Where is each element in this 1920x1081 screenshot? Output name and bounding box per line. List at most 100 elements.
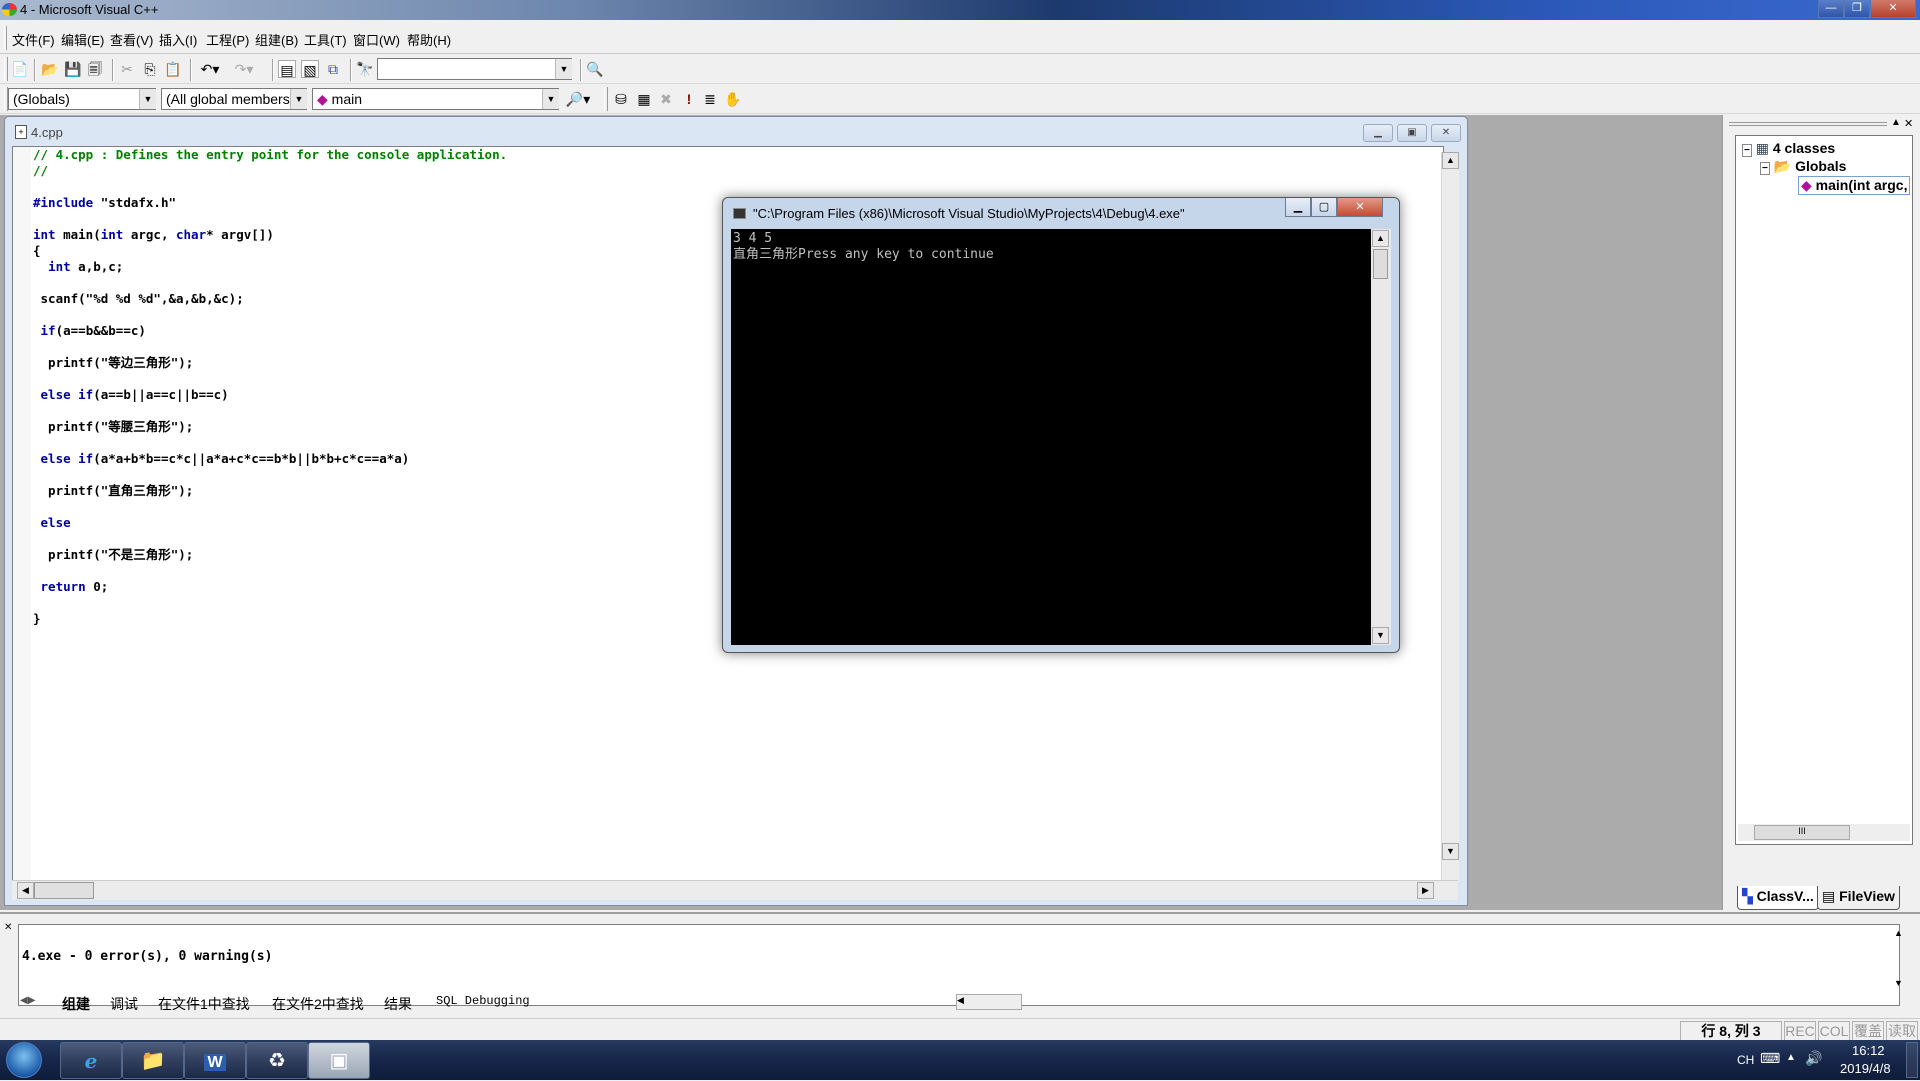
build-icon[interactable]: ▦ [635, 90, 653, 108]
find-icon[interactable]: 🔍 [586, 60, 604, 78]
code-line[interactable]: else if(a*a+b*b==c*c||a*a+c*c==b*b||b*b+… [33, 451, 507, 467]
tab-fileview[interactable]: ▤ FileView [1817, 886, 1900, 910]
clock-time[interactable]: 16:12 [1852, 1043, 1885, 1058]
open-folder-icon[interactable]: 📂 [41, 60, 59, 78]
execute-icon[interactable]: ! [680, 90, 698, 108]
code-line[interactable]: scanf("%d %d %d",&a,&b,&c); [33, 291, 507, 307]
member-combo[interactable]: ◆ main ▼ [312, 88, 559, 110]
editor-restore-button[interactable]: ▣ [1397, 124, 1427, 142]
copy-icon[interactable]: ⎘ [141, 60, 159, 78]
menu-project[interactable]: 工程(P) [206, 30, 249, 49]
editor-vertical-scrollbar[interactable]: ▲ ▼ [1441, 152, 1459, 882]
scroll-up-icon[interactable]: ▲ [1894, 928, 1903, 938]
code-line[interactable]: else [33, 515, 507, 531]
panel-grip[interactable] [1729, 122, 1887, 126]
code-line[interactable] [33, 467, 507, 483]
code-line[interactable] [33, 595, 507, 611]
scroll-thumb[interactable]: III [1754, 825, 1850, 840]
code-line[interactable]: { [33, 243, 507, 259]
output-horizontal-scrollbar[interactable]: ◀ [956, 994, 1022, 1010]
menu-tools[interactable]: 工具(T) [304, 30, 347, 49]
scroll-left-icon[interactable]: ◀ [17, 882, 34, 899]
new-text-file-icon[interactable]: 📄 [11, 60, 29, 78]
code-line[interactable] [33, 179, 507, 195]
console-minimize-button[interactable]: ▁ [1285, 198, 1311, 217]
scroll-down-icon[interactable]: ▼ [1372, 627, 1389, 644]
code-line[interactable]: printf("不是三角形"); [33, 547, 507, 563]
chevron-down-icon[interactable]: ▼ [290, 89, 307, 109]
scroll-down-icon[interactable]: ▼ [1442, 843, 1459, 860]
code-line[interactable]: int main(int argc, char* argv[]) [33, 227, 507, 243]
volume-icon[interactable]: 🔊 [1805, 1050, 1822, 1067]
code-line[interactable]: printf("等腰三角形"); [33, 419, 507, 435]
restore-button[interactable]: ❐ [1844, 0, 1870, 18]
code-line[interactable] [33, 275, 507, 291]
menu-build[interactable]: 组建(B) [255, 30, 298, 49]
tab-sql-debugging[interactable]: SQL Debugging [436, 994, 530, 1008]
find-in-files-icon[interactable]: 🔭 [356, 60, 374, 78]
wizard-action-icon[interactable]: 🔎▾ [562, 90, 594, 108]
tree-node-root[interactable]: − ▦ 4 classes [1742, 140, 1835, 157]
compile-icon[interactable]: ⛁ [612, 90, 630, 108]
save-all-icon[interactable]: 🗐 [86, 60, 104, 78]
find-combo[interactable]: ▼ [377, 58, 572, 80]
tab-find-in-files-2[interactable]: 在文件2中查找 [272, 994, 364, 1014]
show-desktop-button[interactable] [1906, 1042, 1918, 1078]
editor-minimize-button[interactable]: ▁ [1363, 124, 1393, 142]
chevron-down-icon[interactable]: ▼ [139, 89, 156, 109]
close-button[interactable]: ✕ [1870, 0, 1916, 18]
code-line[interactable]: printf("等边三角形"); [33, 355, 507, 371]
menu-grip[interactable] [4, 26, 7, 50]
scroll-thumb[interactable] [34, 882, 94, 899]
filter-combo[interactable]: (All global members ▼ [161, 88, 307, 110]
tab-scroll-arrows[interactable]: ◀▶ [20, 995, 50, 1006]
tab-classview[interactable]: ▚ ClassV... [1737, 886, 1819, 910]
word-icon[interactable]: W [184, 1042, 246, 1079]
code-line[interactable]: // [33, 163, 507, 179]
tab-results[interactable]: 结果 [384, 994, 412, 1014]
code-line[interactable]: // 4.cpp : Defines the entry point for t… [33, 147, 507, 163]
code-line[interactable] [33, 371, 507, 387]
code-line[interactable] [33, 563, 507, 579]
tree-node-main[interactable]: ◆ main(int argc, [1798, 176, 1911, 195]
code-line[interactable]: return 0; [33, 579, 507, 595]
tree-node-globals[interactable]: − 📂 Globals [1760, 158, 1846, 175]
toolbar-grip[interactable] [4, 57, 8, 81]
menu-view[interactable]: 查看(V) [110, 30, 153, 49]
toolbar-grip[interactable] [604, 87, 608, 111]
scroll-thumb[interactable] [1373, 249, 1388, 279]
console-maximize-button[interactable]: ▢ [1311, 198, 1337, 217]
tab-build[interactable]: 组建 [62, 994, 90, 1014]
code-line[interactable] [33, 211, 507, 227]
redo-icon[interactable]: ↷▾ [230, 60, 258, 78]
code-line[interactable] [33, 531, 507, 547]
workspace-icon[interactable]: ▤ [278, 60, 296, 78]
menu-file[interactable]: 文件(F) [12, 30, 55, 49]
tab-find-in-files-1[interactable]: 在文件1中查找 [158, 994, 250, 1014]
panel-maximize-icon[interactable]: ▲ [1891, 117, 1901, 128]
console-close-button[interactable]: ✕ [1337, 198, 1383, 217]
code-line[interactable]: if(a==b&&b==c) [33, 323, 507, 339]
editor-close-button[interactable]: ✕ [1431, 124, 1461, 142]
output-icon[interactable]: ▧ [301, 60, 319, 78]
tree-horizontal-scrollbar[interactable]: III [1738, 824, 1910, 841]
code-line[interactable]: #include "stdafx.h" [33, 195, 507, 211]
code-line[interactable] [33, 435, 507, 451]
save-icon[interactable]: 💾 [64, 60, 82, 78]
tab-debug[interactable]: 调试 [110, 994, 138, 1014]
show-hidden-icons[interactable]: ▲ [1786, 1052, 1796, 1063]
undo-icon[interactable]: ↶▾ [196, 60, 224, 78]
chevron-down-icon[interactable]: ▼ [555, 59, 572, 79]
code-line[interactable] [33, 403, 507, 419]
window-list-icon[interactable]: ⧉ [324, 60, 342, 78]
input-language[interactable]: CH [1737, 1053, 1754, 1067]
menu-insert[interactable]: 插入(I) [159, 30, 197, 49]
panel-close-icon[interactable]: ✕ [1904, 117, 1913, 130]
paste-icon[interactable]: 📋 [164, 60, 182, 78]
class-tree[interactable]: − ▦ 4 classes − 📂 Globals ◆ main(int arg… [1735, 135, 1913, 845]
keyboard-icon[interactable]: ⌨ [1760, 1050, 1780, 1067]
code-line[interactable] [33, 307, 507, 323]
collapse-icon[interactable]: − [1742, 144, 1752, 157]
scroll-down-icon[interactable]: ▼ [1894, 978, 1903, 988]
editor-horizontal-scrollbar[interactable]: ◀ ▶ [12, 880, 1458, 900]
